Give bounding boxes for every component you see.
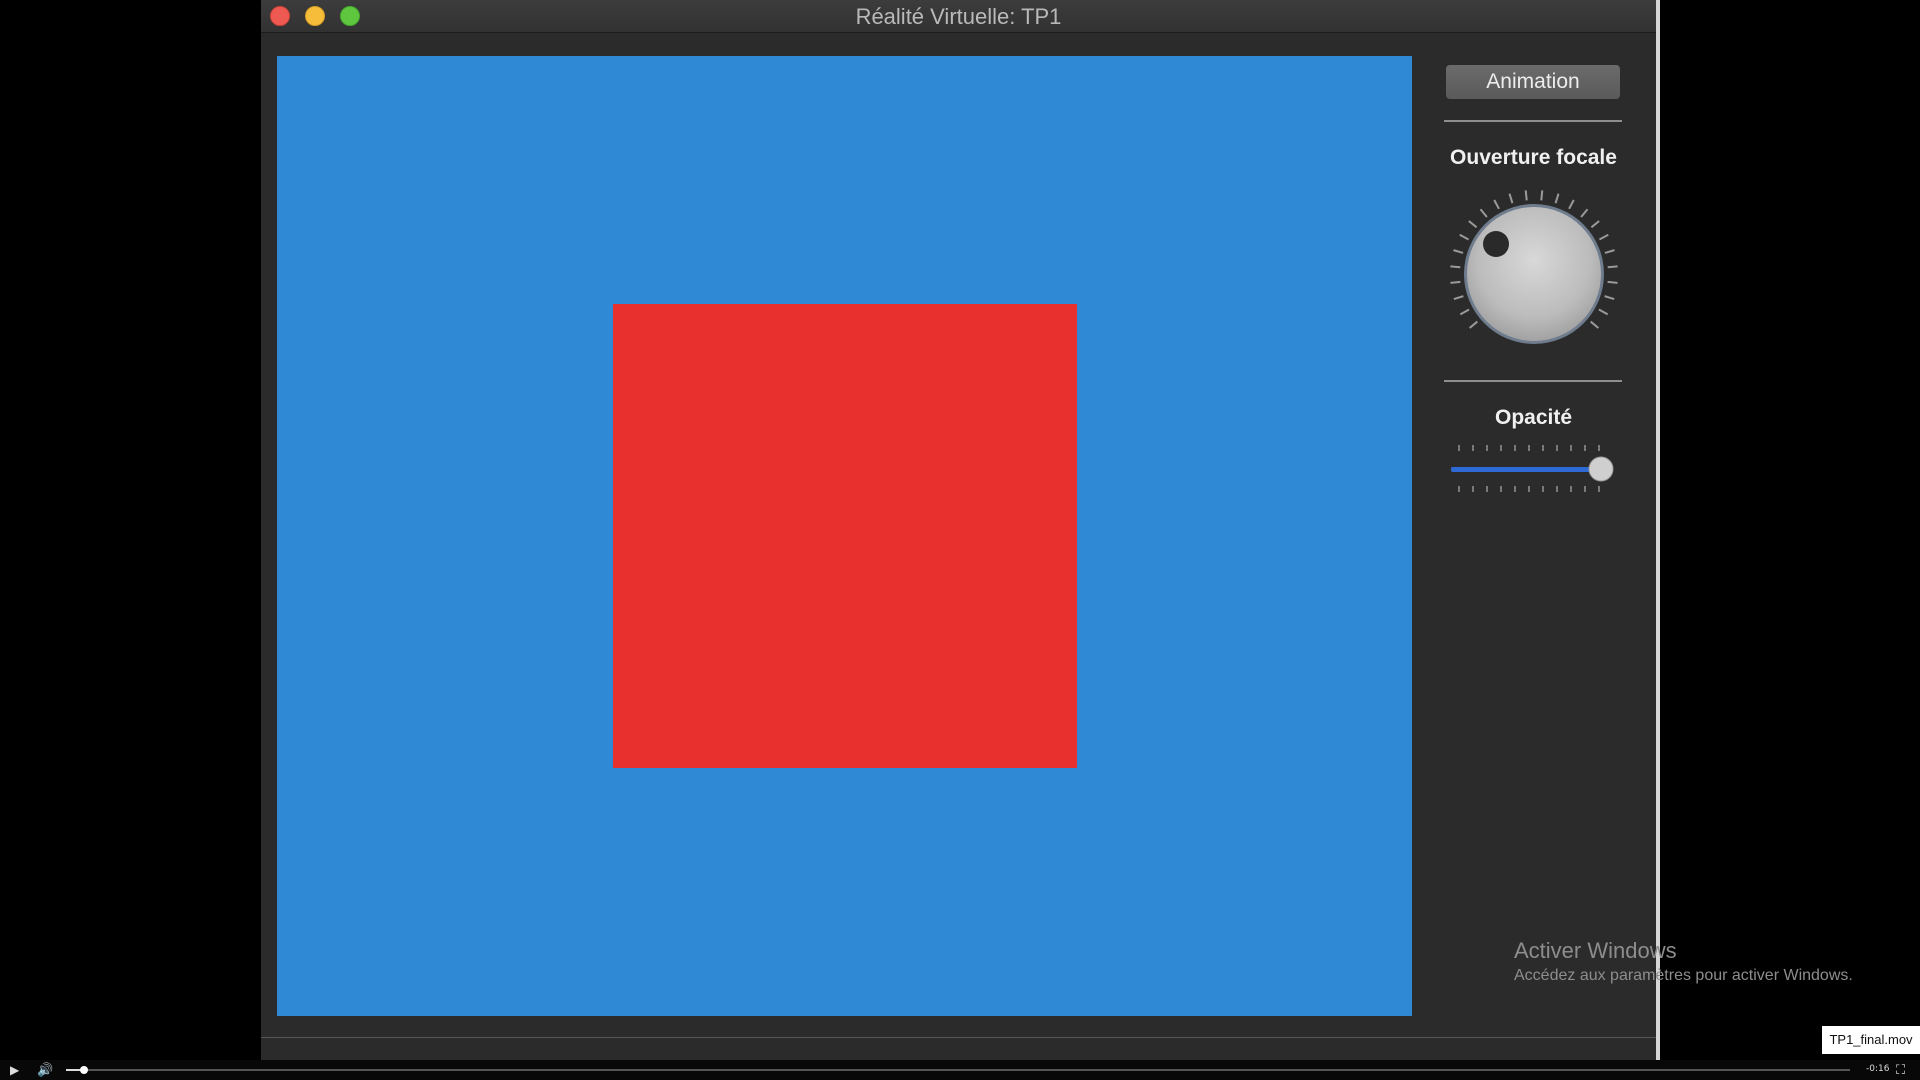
knob-tick <box>1453 249 1464 254</box>
play-icon[interactable]: ▶ <box>10 1063 19 1077</box>
progress-track[interactable] <box>66 1069 1850 1071</box>
opengl-viewport[interactable] <box>277 56 1412 1016</box>
app-window: Réalité Virtuelle: TP1 Animation Ouvertu… <box>261 0 1656 1060</box>
knob-tick <box>1493 199 1500 210</box>
opacity-slider[interactable] <box>1446 440 1622 500</box>
window-bottom-divider <box>261 1037 1656 1038</box>
activate-windows-subtitle: Accédez aux paramètres pour activer Wind… <box>1514 967 1853 984</box>
knob-tick <box>1598 233 1609 241</box>
slider-thumb[interactable] <box>1588 456 1614 482</box>
focal-label: Ouverture focale <box>1450 146 1617 169</box>
knob-tick <box>1604 295 1615 301</box>
separator <box>1444 120 1622 122</box>
knob-tick <box>1459 308 1470 316</box>
knob-indicator <box>1483 231 1509 257</box>
knob-tick <box>1540 190 1544 201</box>
window-edge <box>1656 0 1660 1060</box>
knob-tick <box>1450 280 1461 284</box>
knob-tick <box>1459 233 1470 241</box>
knob-tick <box>1469 320 1478 329</box>
speaker-icon[interactable]: 🔊 <box>37 1062 53 1078</box>
control-panel: Animation Ouverture focale Opacité <box>1444 56 1656 1016</box>
knob-tick <box>1590 220 1600 229</box>
knob-tick <box>1604 249 1615 254</box>
knob-tick <box>1598 308 1609 316</box>
window-title: Réalité Virtuelle: TP1 <box>855 4 1062 29</box>
file-name-label: TP1_final.mov <box>1822 1026 1920 1054</box>
opacity-label: Opacité <box>1494 406 1573 429</box>
knob-tick <box>1568 199 1575 210</box>
slider-graphic <box>1451 445 1614 492</box>
time-remaining: -0:16 <box>1866 1064 1890 1074</box>
video-player-bar: ▶ 🔊 -0:16 ⛶ <box>0 1060 1920 1080</box>
knob-tick <box>1479 208 1488 218</box>
knob-tick <box>1580 208 1589 218</box>
knob-tick <box>1554 193 1560 204</box>
animation-button[interactable]: Animation <box>1446 65 1620 99</box>
focal-knob[interactable] <box>1446 186 1622 362</box>
knob-tick <box>1590 320 1599 329</box>
red-square <box>613 304 1077 768</box>
knob-tick <box>1508 193 1514 204</box>
knob-tick <box>1607 265 1618 269</box>
fullscreen-icon[interactable]: ⛶ <box>1896 1062 1905 1078</box>
separator <box>1444 380 1622 382</box>
knob-graphic <box>1450 190 1618 344</box>
slider-fill <box>1451 467 1601 472</box>
activate-windows-title: Activer Windows <box>1514 938 1677 963</box>
knob-tick <box>1524 190 1528 201</box>
knob-tick <box>1453 295 1464 301</box>
knob-tick <box>1607 280 1618 284</box>
title-bar[interactable]: Réalité Virtuelle: TP1 <box>261 0 1656 33</box>
knob-tick <box>1468 220 1478 229</box>
progress-thumb[interactable] <box>79 1066 88 1074</box>
knob-tick <box>1450 265 1461 269</box>
